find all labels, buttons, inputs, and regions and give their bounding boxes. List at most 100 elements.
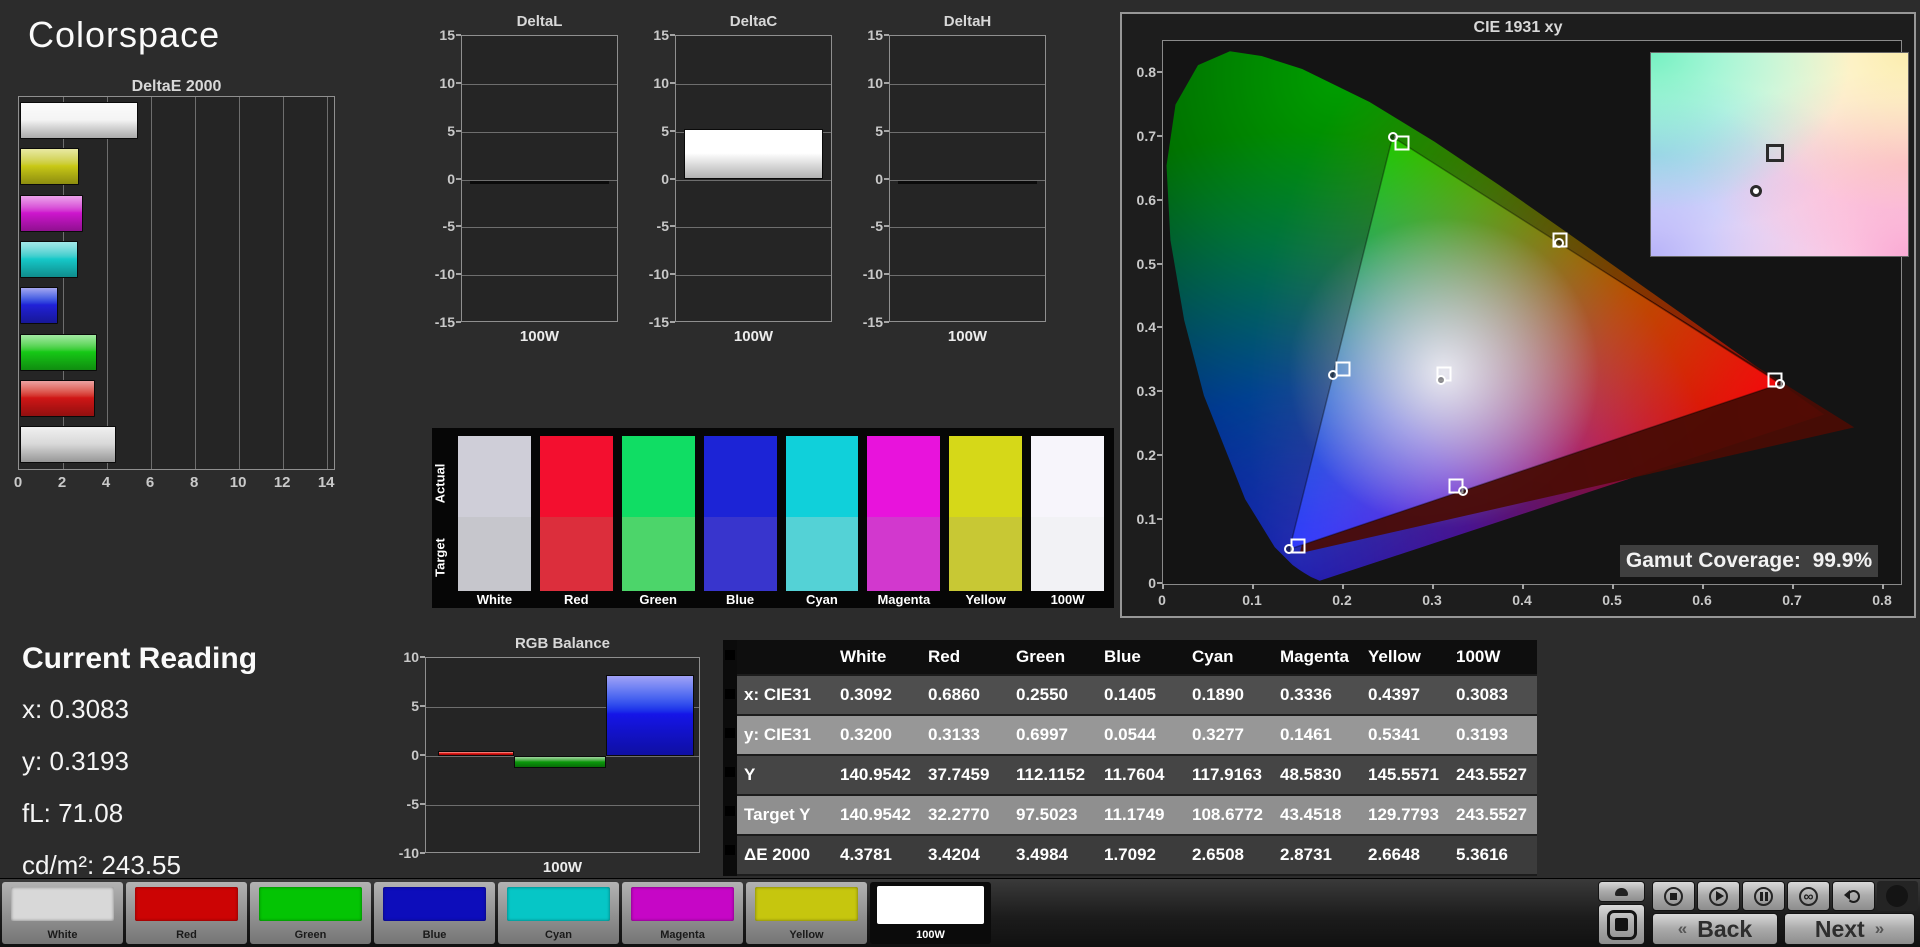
tick [1157, 198, 1162, 201]
colorspace-screen: Colorspace DeltaE 2000 0 2 4 6 8 10 12 14 Delta… [0, 0, 1920, 947]
y-tick-label: 5 [411, 698, 419, 714]
color-swatch [877, 886, 984, 924]
swatch-comparison-panel: Actual Target White Red Green Blue Cyan Magen… [432, 428, 1114, 608]
table-cell: 0.6860 [928, 685, 980, 704]
tick [456, 273, 461, 276]
y-tick-label: -5 [656, 218, 669, 235]
gridline [676, 275, 831, 277]
loop-icon: ∞ [1799, 886, 1818, 906]
tick [1157, 326, 1162, 329]
play-button[interactable] [1697, 881, 1740, 911]
screen-icon [1615, 887, 1628, 896]
zero-value-bar [898, 180, 1037, 184]
color-button-label: Red [176, 929, 197, 941]
table-cell: 32.2770 [928, 805, 990, 824]
table-cell: 0.3083 [1456, 685, 1508, 704]
target-swatch [785, 517, 859, 591]
color-button-red[interactable]: Red [126, 882, 247, 944]
row-label: Y [744, 765, 756, 784]
color-button-green[interactable]: Green [250, 882, 371, 944]
row-handle [725, 689, 735, 699]
white-measured-marker-icon [1750, 185, 1762, 197]
tick [1157, 262, 1162, 265]
deltae-bar-yellow [20, 148, 79, 186]
y-tick-label: 0 [661, 170, 669, 187]
rgb_balance-plot [425, 657, 700, 853]
deltae-bar-green [20, 333, 97, 371]
color-swatch [383, 887, 486, 921]
tick [420, 852, 425, 854]
gridline [890, 131, 1045, 133]
row-handle [725, 806, 735, 816]
tick [1612, 584, 1614, 589]
y-tick-label: -15 [862, 314, 883, 330]
column-header: Blue [1104, 647, 1141, 666]
color-swatch [755, 887, 858, 921]
color-button-100w[interactable]: 100W [870, 882, 991, 944]
row-label: x: CIE31 [744, 685, 812, 704]
deltah-chart: DeltaH 15 10 5 0 -5 -10 -15 100W [844, 10, 1046, 355]
x-tick-label: 0 [13, 474, 23, 491]
tick [420, 754, 425, 756]
gridline [426, 805, 699, 806]
cie-x-tick: 0.1 [1242, 592, 1262, 608]
reading-x: x: 0.3083 [22, 694, 129, 724]
delta_l-x-label: 100W [519, 328, 560, 345]
table-cell: 0.4397 [1368, 685, 1420, 704]
tick [1792, 584, 1794, 589]
table-cell: 2.6648 [1368, 845, 1420, 864]
table-row: Y 140.9542 37.7459 112.1152 11.7604 117.9163 4… [737, 756, 1537, 796]
cie-measured-cyan [1328, 369, 1339, 380]
stop-icon [1664, 886, 1683, 906]
y-tick-label: 10 [439, 74, 455, 91]
color-button-yellow[interactable]: Yellow [746, 882, 867, 944]
color-button-cyan[interactable]: Cyan [498, 882, 619, 944]
tick [456, 177, 461, 180]
stop-session-button[interactable] [1598, 904, 1645, 945]
tick [670, 34, 675, 36]
cie-x-tick: 0 [1158, 592, 1166, 608]
x-tick-label: 4 [101, 474, 111, 491]
swatch-column-green: Green [621, 436, 695, 608]
color-button-magenta[interactable]: Magenta [622, 882, 743, 944]
cie-x-tick: 0.5 [1602, 592, 1622, 608]
column-header: Green [1016, 647, 1066, 666]
color-button-label: Green [294, 929, 327, 941]
tick [1882, 584, 1884, 589]
gridline [890, 227, 1045, 229]
display-mode-button[interactable] [1598, 881, 1645, 902]
stop-button[interactable] [1652, 881, 1695, 911]
actual-swatch [458, 436, 531, 518]
column-header: White [840, 647, 887, 666]
actual-swatch [785, 436, 859, 518]
y-tick-label: -10 [648, 266, 669, 283]
y-tick-label: 15 [867, 27, 883, 43]
loop-button[interactable]: ∞ [1787, 881, 1830, 911]
cie-y-tick: 0.7 [1136, 127, 1156, 144]
gridline [151, 97, 153, 469]
x-tick-label: 14 [317, 474, 335, 491]
tick [1702, 584, 1704, 589]
color-button-blue[interactable]: Blue [374, 882, 495, 944]
pause-button[interactable] [1742, 881, 1785, 911]
rgb_balance-x-label: 100W [542, 859, 583, 876]
color-button-white[interactable]: White [2, 882, 123, 944]
table-cell: 140.9542 [840, 765, 911, 784]
x-tick-label: 6 [145, 474, 155, 491]
tick [670, 177, 675, 180]
refresh-button[interactable] [1832, 881, 1875, 911]
back-button[interactable]: « Back [1652, 913, 1778, 945]
delta_h-x-label: 100W [947, 328, 988, 345]
pause-icon [1754, 886, 1773, 906]
next-button[interactable]: Next » [1784, 913, 1915, 945]
cie-measured-blue [1284, 544, 1295, 555]
table-row: Target Y 140.9542 32.2770 97.5023 11.1749 108… [737, 796, 1537, 836]
column-header: Yellow [1368, 647, 1421, 666]
cie-x-tick: 0.6 [1692, 592, 1712, 608]
delta_l-title: DeltaL [516, 13, 563, 30]
reading-y: y: 0.3193 [22, 746, 129, 776]
target-swatch [621, 517, 695, 591]
color-button-label: Yellow [789, 929, 824, 941]
gridline [462, 275, 617, 277]
tick [1157, 390, 1162, 393]
